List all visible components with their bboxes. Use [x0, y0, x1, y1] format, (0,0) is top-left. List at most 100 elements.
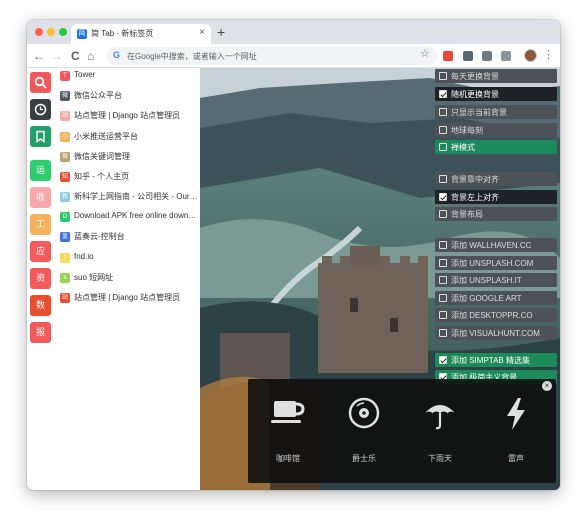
browser-window: 简 简 Tab - 新标签页 × + ← → C ⌂ G 在Google中搜索，…	[27, 20, 560, 490]
tab-new-tab[interactable]: 简 简 Tab - 新标签页 ×	[71, 24, 211, 44]
checkbox[interactable]	[439, 329, 447, 337]
checkbox[interactable]	[439, 126, 447, 134]
checkbox[interactable]	[439, 193, 447, 201]
extension-red-icon[interactable]	[443, 51, 453, 61]
coffee-cup-icon	[271, 401, 305, 423]
rail-bookmark-button[interactable]	[30, 126, 51, 147]
option-background-layout[interactable]: 背景布局	[435, 207, 557, 221]
browser-menu-icon[interactable]: ⋮	[543, 48, 554, 62]
close-icon[interactable]: ×	[542, 381, 552, 391]
rail-item-data[interactable]: 数	[30, 295, 51, 316]
umbrella-icon	[425, 405, 455, 430]
profile-avatar[interactable]	[524, 49, 537, 62]
minimize-window-button[interactable]	[47, 28, 55, 36]
bookmark-item[interactable]: f fnd.io	[60, 250, 198, 266]
clock-icon	[34, 103, 47, 116]
checkbox[interactable]	[439, 72, 447, 80]
bookmark-item[interactable]: 知知乎 - 个人主页	[60, 169, 198, 185]
option-unsplash-com[interactable]: 添加 UNSPLASH.COM	[435, 256, 557, 270]
option-simptab-collection[interactable]: 添加 SIMPTAB 精选集	[435, 353, 557, 367]
checkbox[interactable]	[439, 259, 447, 267]
checkbox[interactable]	[439, 143, 447, 151]
option-earth-now[interactable]: 地球每刻	[435, 123, 557, 137]
bookmark-title: 站点管理 | Django 站点管理员	[74, 111, 181, 120]
rail-item-tools[interactable]: 工	[30, 214, 51, 235]
option-align-top-left[interactable]: 背景左上对齐	[435, 190, 557, 204]
bookmark-favicon-icon: 蓝	[60, 232, 70, 242]
option-visualhunt[interactable]: 添加 VISUALHUNT.COM	[435, 326, 557, 340]
bookmark-item[interactable]: D Download APK free online downloa...	[60, 209, 198, 225]
option-align-center[interactable]: 背景靠中对齐	[435, 172, 557, 186]
checkbox[interactable]	[439, 294, 447, 302]
option-unsplash-it[interactable]: 添加 UNSPLASH.IT	[435, 273, 557, 287]
bookmark-favicon-icon: 站	[60, 111, 70, 121]
browser-toolbar: ← → C ⌂ G 在Google中搜索，或者输入一个网址 ☆ ⋮	[27, 44, 560, 68]
checkbox[interactable]	[439, 356, 447, 364]
checkbox[interactable]	[439, 311, 447, 319]
option-current-background-only[interactable]: 只显示当前背景	[435, 105, 557, 119]
option-label: 每天更换背景	[451, 72, 499, 81]
maximize-window-button[interactable]	[59, 28, 67, 36]
extension-store-icon[interactable]	[482, 51, 492, 61]
sound-jazz[interactable]: 爵士乐	[334, 397, 394, 467]
bookmark-title: 微信公众平台	[74, 91, 122, 100]
option-daily-background[interactable]: 每天更换背景	[435, 69, 557, 83]
tab-close-icon[interactable]: ×	[199, 27, 205, 39]
rail-search-button[interactable]	[30, 72, 51, 93]
sound-rain[interactable]: 下雨天	[410, 397, 470, 467]
option-label: 添加 WALLHAVEN.CC	[451, 241, 532, 250]
bookmark-item[interactable]: 蓝蓝奏云-控制台	[60, 229, 198, 245]
bookmark-favicon-icon: T	[60, 71, 70, 81]
sound-label: 咖啡馆	[276, 454, 300, 463]
bookmark-item[interactable]: 微微信公众平台	[60, 88, 198, 104]
rail-item-collect[interactable]: 收	[30, 187, 51, 208]
rail-item-apps2[interactable]: 应	[30, 241, 51, 262]
checkbox[interactable]	[439, 108, 447, 116]
bookmark-title: 新科学上网指南 - 公司相关 - Ourbri	[74, 192, 198, 201]
option-wallhaven[interactable]: 添加 WALLHAVEN.CC	[435, 238, 557, 252]
rail-item-apps[interactable]: 运	[30, 160, 51, 181]
sound-coffee[interactable]: 咖啡馆	[258, 397, 318, 467]
bookmark-item[interactable]: s suo 短网址	[60, 270, 198, 286]
back-button[interactable]: ←	[33, 48, 45, 64]
bookmark-item[interactable]: 站站点管理 | Django 站点管理员	[60, 108, 198, 124]
tab-strip: 简 简 Tab - 新标签页 × +	[27, 20, 560, 44]
bookmark-item[interactable]: 站站点管理 | Django 站点管理员	[60, 290, 198, 306]
option-google-art[interactable]: 添加 GOOGLE ART	[435, 291, 557, 305]
home-button[interactable]: ⌂	[87, 48, 94, 64]
extension-image-icon[interactable]	[501, 51, 511, 61]
rail-item-news[interactable]: 报	[30, 322, 51, 343]
option-zen-mode[interactable]: 禅模式	[435, 140, 557, 154]
checkbox[interactable]	[439, 276, 447, 284]
bookmark-item[interactable]: 微微信关键词管理	[60, 149, 198, 165]
new-tab-button[interactable]: +	[217, 24, 225, 40]
sound-thunder[interactable]: 雷声	[486, 397, 546, 467]
option-desktoppr[interactable]: 添加 DESKTOPPR.CO	[435, 308, 557, 322]
address-bar[interactable]: G 在Google中搜索，或者输入一个网址	[107, 47, 437, 65]
rail-item-resources[interactable]: 资	[30, 268, 51, 289]
lightning-icon	[507, 398, 525, 430]
checkbox[interactable]	[439, 210, 447, 218]
option-label: 禅模式	[451, 143, 475, 152]
bookmark-item[interactable]: T Tower	[60, 68, 198, 84]
bookmark-title: suo 短网址	[74, 273, 114, 282]
close-window-button[interactable]	[35, 28, 43, 36]
bookmark-item[interactable]: 新新科学上网指南 - 公司相关 - Ourbri	[60, 189, 198, 205]
extension-grey-icon[interactable]	[463, 51, 473, 61]
option-label: 添加 VISUALHUNT.COM	[451, 329, 540, 338]
option-label: 添加 SIMPTAB 精选集	[451, 356, 530, 365]
sound-label: 爵士乐	[352, 454, 376, 463]
forward-button[interactable]: →	[51, 48, 63, 64]
rail-history-button[interactable]	[30, 99, 51, 120]
reload-button[interactable]: C	[71, 48, 80, 64]
bookmark-star-icon[interactable]: ☆	[420, 48, 430, 60]
option-random-background[interactable]: 随机更换背景	[435, 87, 557, 101]
checkbox[interactable]	[439, 241, 447, 249]
checkbox[interactable]	[439, 175, 447, 183]
checkbox[interactable]	[439, 90, 447, 98]
bookmark-title: 站点管理 | Django 站点管理员	[74, 293, 181, 302]
option-label: 背景布局	[451, 210, 483, 219]
tab-favicon-icon: 简	[77, 29, 87, 39]
option-label: 地球每刻	[451, 126, 483, 135]
bookmark-item[interactable]: 小小米推送运营平台	[60, 129, 198, 145]
